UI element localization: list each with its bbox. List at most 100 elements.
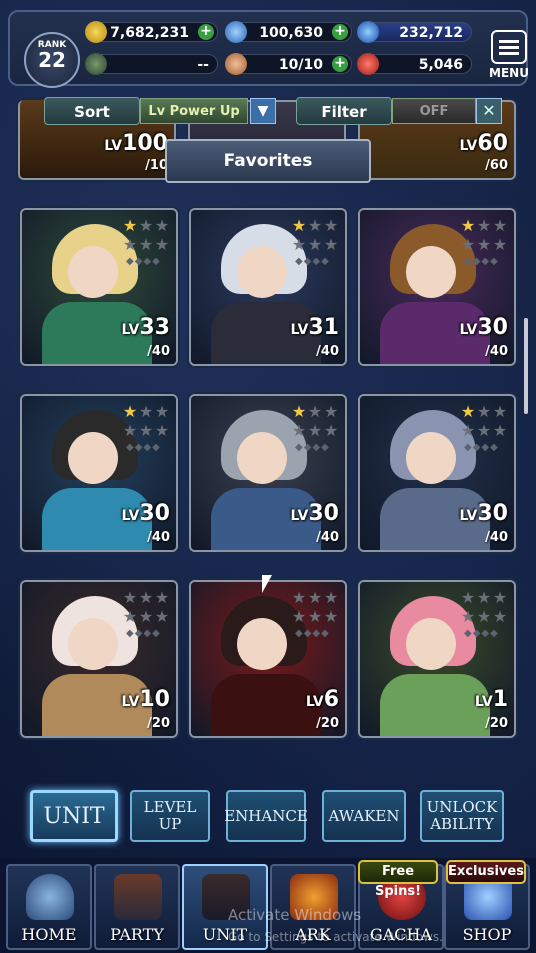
stamina-icon — [225, 53, 247, 75]
filter-value[interactable]: OFF — [392, 98, 476, 124]
lv-prefix: LV — [290, 322, 309, 338]
rarity-stars: ★ ★ ★★ ★ ★ — [291, 588, 345, 626]
lv-number: 30 — [139, 501, 170, 526]
star-icon: ★ — [307, 235, 323, 254]
filter-button[interactable]: Filter — [296, 97, 392, 125]
rarity-stars: ★ ★ ★★ ★ ★ — [291, 216, 345, 254]
star-icon: ★ — [323, 235, 339, 254]
unit-max-level: /40 — [147, 530, 170, 545]
blue-orb-icon — [357, 21, 379, 43]
star-icon: ★ — [291, 402, 307, 421]
nav-home[interactable]: HOME — [6, 864, 92, 950]
unlock-ability-button[interactable]: UNLOCK ABILITY — [420, 790, 504, 842]
lv-number: 1 — [492, 687, 508, 712]
star-icon: ★ — [492, 235, 508, 254]
orb-value: 232,712 — [399, 25, 463, 41]
unit-card[interactable]: ★ ★ ★★ ★ ★ ◆◆◆◆ LV1/20 — [358, 580, 516, 738]
unit-face — [406, 618, 456, 670]
unit-card[interactable]: ★ ★ ★★ ★ ★ ◆◆◆◆ LV31/40 — [189, 208, 347, 366]
star-icon: ★ — [307, 607, 323, 626]
sort-value[interactable]: Lv Power Up — [140, 98, 248, 124]
nav-party[interactable]: PARTY — [94, 864, 180, 950]
unit-max-level: /40 — [316, 344, 339, 359]
orb-counter: 232,712 — [357, 21, 472, 43]
lv-number: 31 — [308, 315, 339, 340]
star-icon: ★ — [154, 421, 170, 440]
star-icon: ★ — [460, 216, 476, 235]
star-icon: ★ — [154, 235, 170, 254]
rank-value: 22 — [38, 48, 66, 72]
compass-value: -- — [197, 57, 209, 73]
unit-card[interactable]: ★ ★ ★★ ★ ★ ◆◆◆◆ LV30/40 — [189, 394, 347, 552]
star-icon: ★ — [138, 216, 154, 235]
rarity-stars: ★ ★ ★★ ★ ★ — [122, 402, 176, 440]
unit-max-level: /20 — [485, 716, 508, 731]
level-up-label-2: UP — [158, 815, 182, 833]
rarity-stars: ★ ★ ★★ ★ ★ — [460, 588, 514, 626]
nav-shop-label: SHOP — [462, 925, 512, 944]
unit-face — [237, 246, 287, 298]
unit-face — [68, 618, 118, 670]
stamina-counter: 10/10 + — [225, 53, 352, 75]
add-crystal-button[interactable]: + — [332, 24, 348, 40]
lv-number: 33 — [139, 315, 170, 340]
unit-level: LV1 — [475, 687, 508, 712]
awaken-gems-icon: ◆◆◆◆ — [464, 256, 499, 267]
rank-badge[interactable]: RANK 22 — [24, 32, 80, 88]
unit-card[interactable]: ★ ★ ★★ ★ ★ ◆◆◆◆ LV6/20 — [189, 580, 347, 738]
star-icon: ★ — [460, 235, 476, 254]
star-icon: ★ — [138, 607, 154, 626]
exclusives-badge: Exclusives — [446, 860, 526, 884]
star-icon: ★ — [291, 607, 307, 626]
unit-card[interactable]: ★ ★ ★★ ★ ★ ◆◆◆◆ LV30/40 — [358, 394, 516, 552]
lv-number: 30 — [477, 501, 508, 526]
unit-tab-button[interactable]: UNIT — [30, 790, 118, 842]
menu-button[interactable]: MENU — [484, 24, 534, 86]
hamburger-icon — [491, 30, 527, 64]
star-icon: ★ — [122, 421, 138, 440]
lv-prefix: LV — [290, 508, 309, 524]
lv-prefix: LV — [459, 508, 478, 524]
awaken-button[interactable]: AWAKEN — [322, 790, 406, 842]
add-stamina-button[interactable]: + — [332, 56, 348, 72]
gold-counter: 7,682,231 + — [85, 21, 218, 43]
scrollbar[interactable] — [524, 318, 528, 414]
star-icon: ★ — [291, 588, 307, 607]
star-icon: ★ — [291, 421, 307, 440]
star-icon: ★ — [138, 421, 154, 440]
star-icon: ★ — [492, 607, 508, 626]
enhance-button[interactable]: ENHANCE — [224, 790, 308, 842]
free-spins-badge: Free Spins! — [358, 860, 438, 899]
unit-card[interactable]: ★ ★ ★★ ★ ★ ◆◆◆◆ LV10/20 — [20, 580, 178, 738]
rarity-stars: ★ ★ ★★ ★ ★ — [291, 402, 345, 440]
star-icon: ★ — [154, 588, 170, 607]
lv-prefix: LV — [121, 322, 140, 338]
awaken-gems-icon: ◆◆◆◆ — [126, 628, 161, 639]
add-gold-button[interactable]: + — [198, 24, 214, 40]
favorites-button[interactable]: Favorites — [165, 139, 371, 183]
unit-level: LV30 — [122, 501, 170, 526]
windows-watermark-title: Activate Windows — [228, 906, 362, 924]
filter-clear-icon[interactable]: ✕ — [476, 98, 502, 124]
party-portrait-icon — [114, 874, 162, 920]
gold-value: 7,682,231 — [110, 25, 189, 41]
unit-face — [237, 432, 287, 484]
crystal-value: 100,630 — [259, 25, 323, 41]
sort-button[interactable]: Sort — [44, 97, 140, 125]
unit-max-level: /40 — [147, 344, 170, 359]
redstone-counter: 5,046 — [357, 53, 472, 75]
rarity-stars: ★ ★ ★★ ★ ★ — [122, 216, 176, 254]
star-icon: ★ — [492, 421, 508, 440]
lv-prefix: LV — [474, 694, 493, 710]
unit-face — [68, 432, 118, 484]
unit-max-level: /20 — [316, 716, 339, 731]
unit-card[interactable]: ★ ★ ★★ ★ ★ ◆◆◆◆ LV30/40 — [20, 394, 178, 552]
resource-bar: RANK 22 7,682,231 + 100,630 + 232,712 --… — [8, 10, 529, 88]
stamina-value: 10/10 — [278, 57, 323, 73]
sort-dropdown-arrow-icon[interactable]: ▼ — [250, 98, 276, 124]
unit-card[interactable]: ★ ★ ★★ ★ ★ ◆◆◆◆ LV33/40 — [20, 208, 178, 366]
star-icon: ★ — [291, 235, 307, 254]
unit-card[interactable]: ★ ★ ★★ ★ ★ ◆◆◆◆ LV30/40 — [358, 208, 516, 366]
lv-prefix: LV — [305, 694, 324, 710]
level-up-button[interactable]: LEVEL UP — [130, 790, 210, 842]
